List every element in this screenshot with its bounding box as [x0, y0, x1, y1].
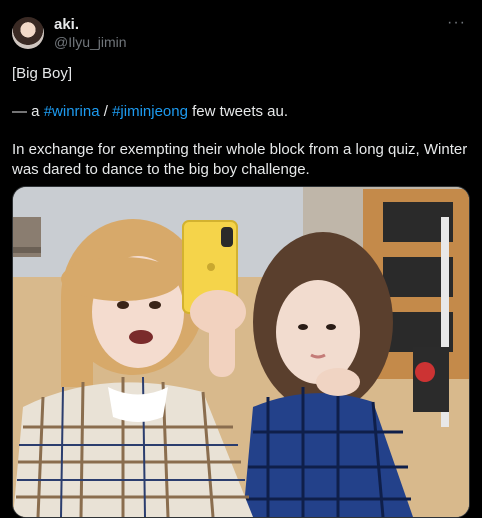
hashtag-link-winrina[interactable]: #winrina — [44, 103, 100, 120]
hashtag-link-jiminjeong[interactable]: #jiminjeong — [112, 103, 188, 120]
tweet-text-suffix: few tweets au. — [187, 103, 289, 120]
tweet-card: aki. @Ilyu_jimin ··· [Big Boy] — a #winr… — [0, 0, 482, 518]
user-handle[interactable]: @Ilyu_jimin — [54, 34, 127, 50]
avatar[interactable] — [12, 17, 44, 49]
tweet-text-line: — a #winrina / #jiminjeong few tweets au… — [12, 102, 474, 122]
photo-illustration — [13, 187, 469, 517]
more-dots-icon[interactable]: ··· — [447, 14, 466, 32]
tweet-text-prefix: — a — [12, 103, 44, 120]
tweet-text-body: In exchange for exempting their whole bl… — [12, 141, 468, 178]
tweet-photo[interactable] — [12, 186, 470, 518]
display-name[interactable]: aki. — [54, 16, 79, 33]
tweet-text-title: [Big Boy] — [12, 65, 73, 82]
tweet-text-separator: / — [99, 103, 113, 120]
